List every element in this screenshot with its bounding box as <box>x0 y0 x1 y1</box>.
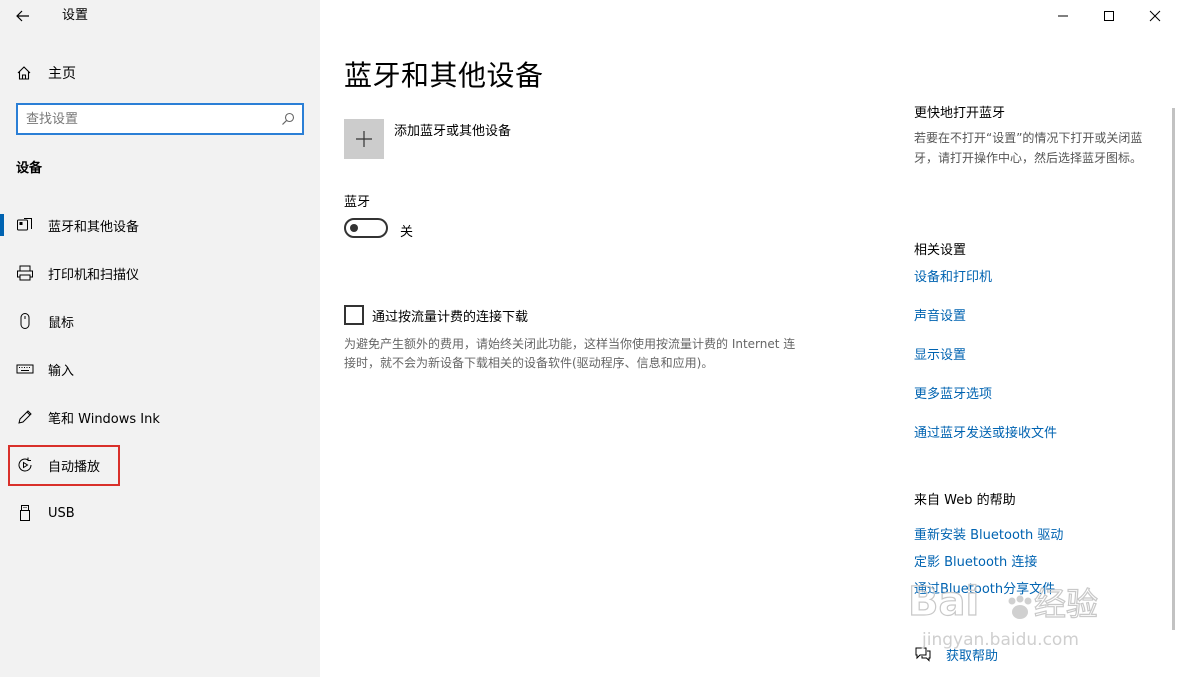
sidebar-item-label: 输入 <box>48 363 75 379</box>
bluetooth-devices-icon <box>17 218 32 231</box>
search-box[interactable] <box>16 103 304 135</box>
search-icon[interactable] <box>281 112 295 126</box>
sidebar-item-pen[interactable]: 笔和 Windows Ink <box>0 399 320 435</box>
quick-bluetooth-title: 更快地打开蓝牙 <box>914 106 1006 121</box>
related-settings-title: 相关设置 <box>914 243 967 258</box>
link-send-receive-files[interactable]: 通过蓝牙发送或接收文件 <box>914 422 1057 441</box>
pen-icon <box>18 410 32 424</box>
add-device-label[interactable]: 添加蓝牙或其他设备 <box>394 120 511 139</box>
sidebar-item-mouse[interactable]: 鼠标 <box>0 303 320 339</box>
maximize-button[interactable] <box>1086 0 1132 32</box>
link-share-files[interactable]: 通过Bluetooth分享文件 <box>914 578 1055 597</box>
paw-logo-icon <box>1008 595 1032 619</box>
toggle-knob <box>350 224 358 232</box>
chat-help-icon <box>915 647 931 662</box>
highlight-box <box>8 445 120 486</box>
metered-checkbox[interactable] <box>344 305 364 325</box>
get-help-link[interactable]: 获取帮助 <box>946 645 998 664</box>
web-help-title: 来自 Web 的帮助 <box>914 493 1016 508</box>
app-title: 设置 <box>62 8 89 23</box>
plus-icon <box>356 131 372 147</box>
minimize-button[interactable] <box>1040 0 1086 32</box>
sidebar-item-label: 鼠标 <box>48 315 75 331</box>
sidebar-item-label: 蓝牙和其他设备 <box>48 219 140 235</box>
sidebar: 设置 主页 设备 蓝牙和其他设备 打印机和扫描仪 鼠标 输入 笔和 Window… <box>0 0 320 677</box>
close-button[interactable] <box>1132 0 1178 32</box>
scrollbar[interactable] <box>1172 108 1175 630</box>
bluetooth-state: 关 <box>400 225 414 240</box>
link-more-bluetooth[interactable]: 更多蓝牙选项 <box>914 383 992 402</box>
maximize-icon <box>1104 11 1114 21</box>
sidebar-item-typing[interactable]: 输入 <box>0 351 320 387</box>
link-fix-connection[interactable]: 定影 Bluetooth 连接 <box>914 551 1037 570</box>
link-devices-printers[interactable]: 设备和打印机 <box>914 266 992 285</box>
section-heading: 设备 <box>16 161 43 176</box>
metered-description: 为避免产生额外的费用，请始终关闭此功能，这样当你使用按流量计费的 Interne… <box>344 337 796 370</box>
home-label: 主页 <box>48 66 76 82</box>
back-button[interactable] <box>8 2 38 30</box>
sidebar-item-usb[interactable]: USB <box>0 495 320 531</box>
mouse-icon <box>20 313 30 329</box>
sidebar-item-bluetooth[interactable]: 蓝牙和其他设备 <box>0 207 320 243</box>
home-icon <box>17 66 31 80</box>
printer-icon <box>17 265 33 281</box>
keyboard-icon <box>16 364 34 374</box>
page-title: 蓝牙和其他设备 <box>344 59 544 92</box>
minimize-icon <box>1058 15 1068 17</box>
sidebar-item-label: USB <box>48 505 75 521</box>
main-content: 蓝牙和其他设备 添加蓝牙或其他设备 蓝牙 关 通过按流量计费的连接下载 为避免产… <box>320 0 1178 677</box>
link-reinstall-driver[interactable]: 重新安装 Bluetooth 驱动 <box>914 524 1063 543</box>
sidebar-item-printers[interactable]: 打印机和扫描仪 <box>0 255 320 291</box>
usb-icon <box>20 505 30 521</box>
close-icon <box>1149 10 1161 22</box>
metered-label[interactable]: 通过按流量计费的连接下载 <box>372 306 528 325</box>
bluetooth-toggle[interactable] <box>344 218 388 238</box>
link-sound-settings[interactable]: 声音设置 <box>914 305 966 324</box>
add-device-button[interactable] <box>344 119 384 159</box>
sidebar-item-label: 打印机和扫描仪 <box>48 267 140 283</box>
sidebar-item-label: 笔和 Windows Ink <box>48 411 160 427</box>
get-help-row[interactable]: 获取帮助 <box>914 644 998 664</box>
search-input[interactable] <box>26 110 276 128</box>
sidebar-item-home[interactable]: 主页 <box>16 63 76 83</box>
bluetooth-label: 蓝牙 <box>344 195 371 210</box>
quick-bluetooth-desc: 若要在不打开“设置”的情况下打开或关闭蓝牙，请打开操作中心，然后选择蓝牙图标。 <box>914 131 1143 165</box>
back-arrow-icon <box>16 10 29 22</box>
link-display-settings[interactable]: 显示设置 <box>914 344 966 363</box>
